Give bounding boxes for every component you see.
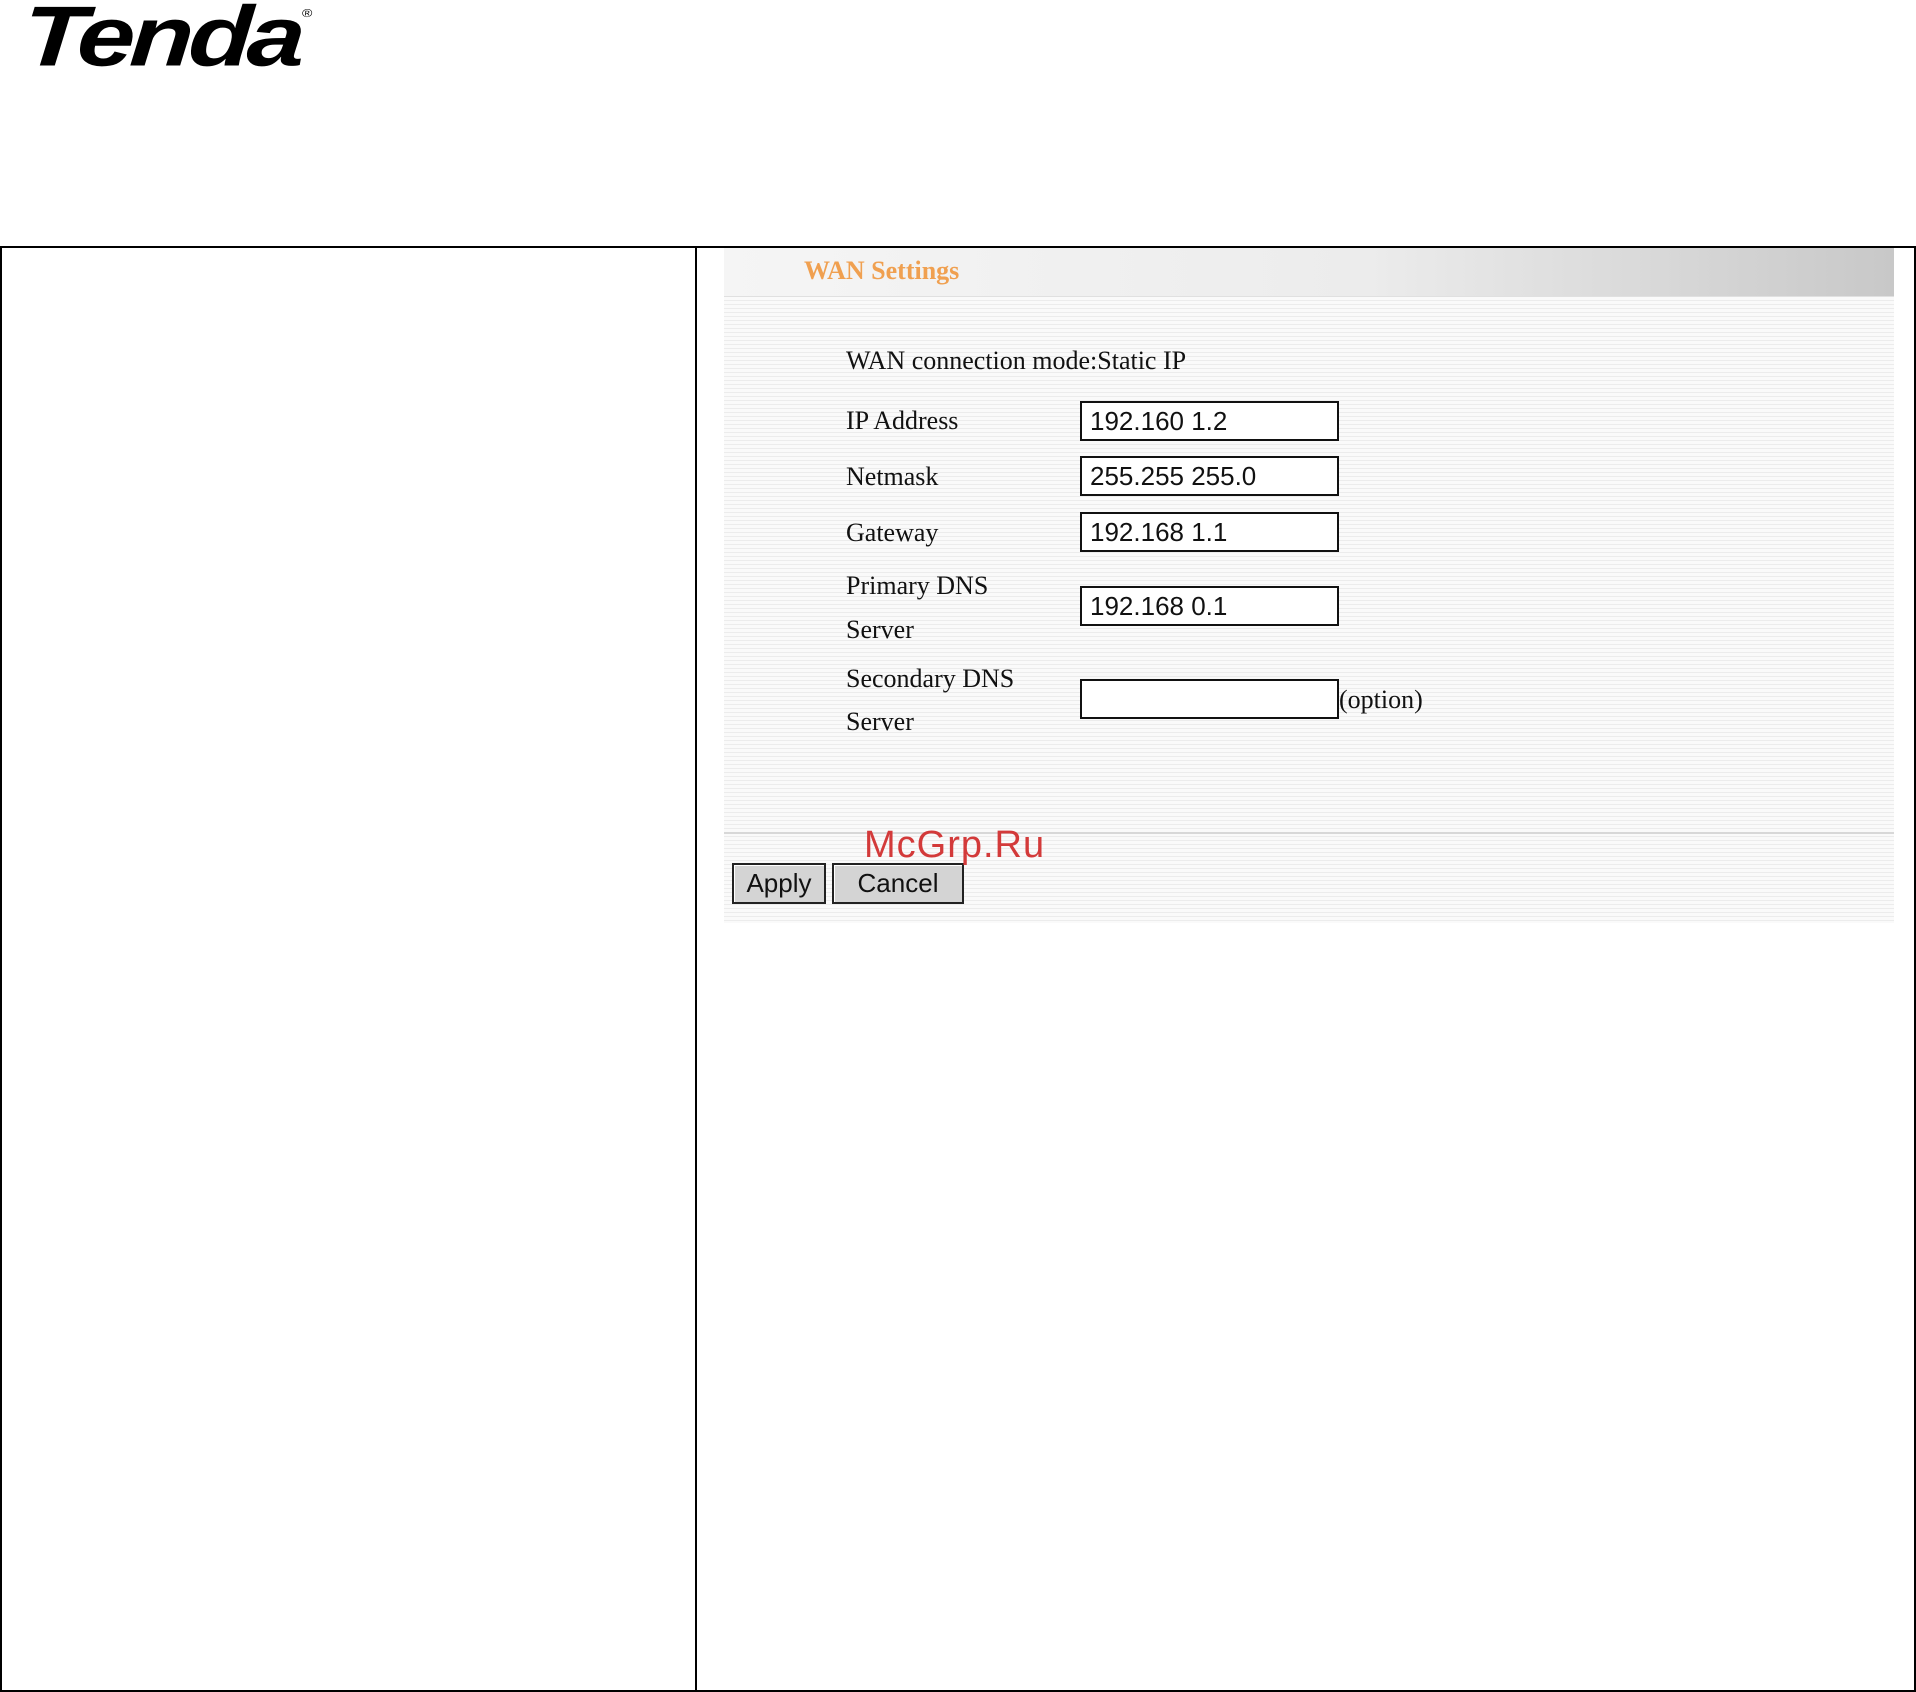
- logo-text: Tenda: [19, 0, 304, 85]
- secondary-dns-label-line2: Server: [846, 707, 914, 736]
- cancel-button[interactable]: Cancel: [832, 863, 964, 904]
- table-column-divider: [695, 246, 697, 1692]
- wan-settings-panel: WAN Settings WAN connection mode:Static …: [724, 248, 1894, 923]
- tenda-logo: Tenda®: [20, 0, 314, 84]
- secondary-dns-label-line1: Secondary DNS: [846, 664, 1015, 693]
- netmask-label: Netmask: [846, 462, 939, 491]
- gateway-label: Gateway: [846, 518, 939, 547]
- panel-title-bar: WAN Settings: [724, 248, 1894, 297]
- ip-address-input[interactable]: [1080, 401, 1339, 441]
- watermark-text: McGrp.Ru: [864, 824, 1046, 866]
- secondary-dns-input[interactable]: [1080, 679, 1339, 719]
- primary-dns-input[interactable]: [1080, 586, 1339, 626]
- left-table-cell: [2, 248, 695, 1690]
- primary-dns-label-line1: Primary DNS: [846, 571, 989, 600]
- netmask-input[interactable]: [1080, 456, 1339, 496]
- optional-hint: (option): [1339, 685, 1423, 714]
- wan-connection-mode: WAN connection mode:Static IP: [846, 346, 1187, 375]
- ip-address-label: IP Address: [846, 406, 959, 435]
- gateway-input[interactable]: [1080, 512, 1339, 552]
- panel-title: WAN Settings: [804, 256, 960, 285]
- registered-mark: ®: [301, 6, 313, 20]
- primary-dns-label-line2: Server: [846, 615, 914, 644]
- apply-button[interactable]: Apply: [732, 863, 826, 904]
